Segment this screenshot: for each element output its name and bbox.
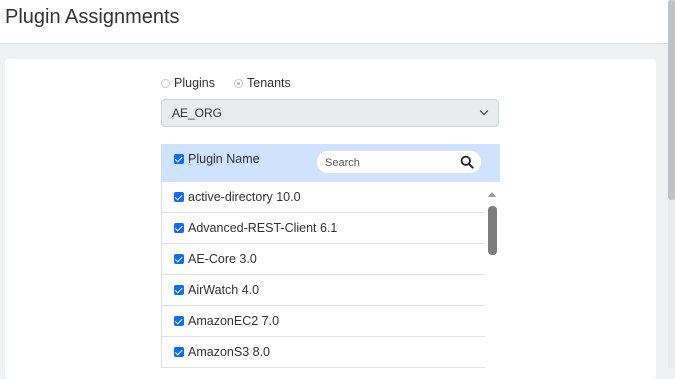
list-scrollbar[interactable]: [485, 182, 500, 368]
select-all-checkbox[interactable]: [174, 154, 184, 164]
plugin-list-header: Plugin Name: [161, 144, 500, 182]
list-item[interactable]: AmazonS3 8.0: [162, 337, 485, 368]
chevron-down-icon: [479, 106, 489, 116]
plugin-name-header: Plugin Name: [188, 152, 260, 166]
plugin-label: AirWatch 4.0: [188, 283, 260, 297]
scroll-up-icon[interactable]: [488, 192, 496, 197]
list-item[interactable]: AmazonEC2 7.0: [162, 306, 485, 337]
plugin-checkbox[interactable]: [174, 285, 184, 295]
plugin-label: AmazonS3 8.0: [188, 345, 270, 359]
radio-tenants[interactable]: [234, 78, 243, 88]
radio-tenants-label[interactable]: Tenants: [247, 76, 291, 90]
plugin-label: active-directory 10.0: [188, 190, 301, 204]
plugin-checkbox[interactable]: [174, 347, 184, 357]
mode-radio-group: Plugins Tenants: [161, 76, 310, 90]
page-scrollbar[interactable]: [668, 0, 675, 368]
tenant-select-value: AE_ORG: [172, 106, 223, 120]
search-icon[interactable]: [460, 155, 474, 169]
plugin-label: AE-Core 3.0: [188, 252, 257, 266]
page-scroll-thumb[interactable]: [668, 0, 675, 200]
plugin-label: AmazonEC2 7.0: [188, 314, 280, 328]
search-input[interactable]: [323, 154, 457, 172]
search-box[interactable]: [316, 150, 482, 174]
list-item[interactable]: active-directory 10.0: [162, 182, 485, 213]
tenant-select[interactable]: AE_ORG: [161, 99, 499, 127]
radio-plugins[interactable]: [161, 78, 170, 88]
plugin-checkbox[interactable]: [174, 192, 184, 202]
plugin-list: active-directory 10.0 Advanced-REST-Clie…: [161, 182, 485, 368]
plugin-checkbox[interactable]: [174, 223, 184, 233]
plugin-checkbox[interactable]: [174, 316, 184, 326]
list-item[interactable]: AirWatch 4.0: [162, 275, 485, 306]
plugin-label: Advanced-REST-Client 6.1: [188, 221, 338, 235]
list-scroll-thumb[interactable]: [488, 206, 497, 255]
plugin-checkbox[interactable]: [174, 254, 184, 264]
page-title: Plugin Assignments: [5, 6, 180, 28]
list-item[interactable]: AE-Core 3.0: [162, 244, 485, 275]
list-item[interactable]: Advanced-REST-Client 6.1: [162, 213, 485, 244]
radio-plugins-label[interactable]: Plugins: [174, 76, 215, 90]
page-header: Plugin Assignments: [0, 0, 668, 44]
